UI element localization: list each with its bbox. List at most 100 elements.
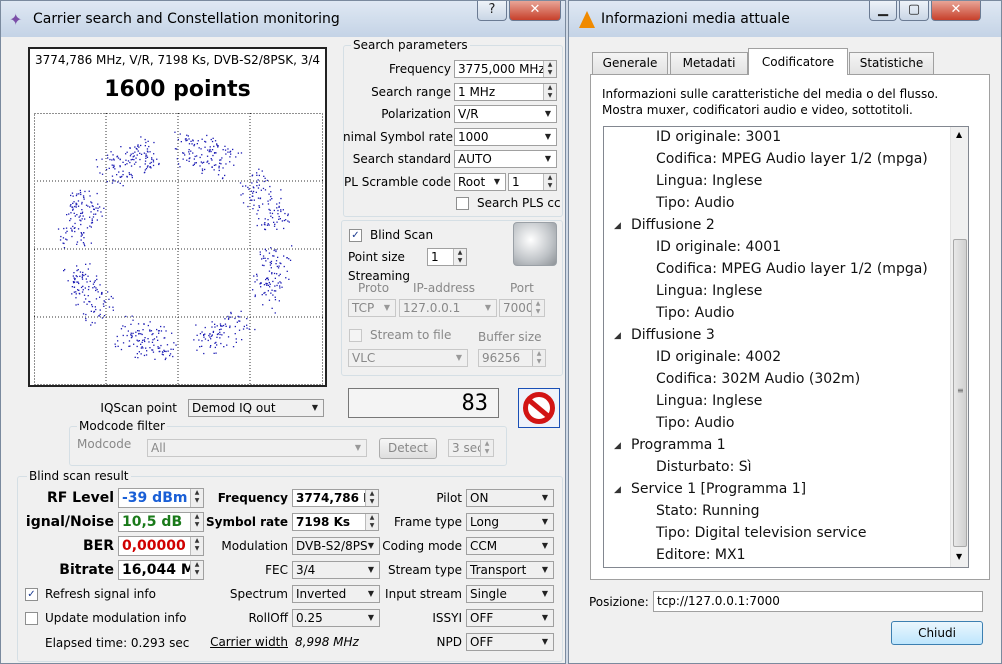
spin-icon[interactable]: ▲ ▼ — [365, 490, 378, 506]
expand-triangle-icon[interactable]: ◢ — [614, 441, 621, 451]
tree-item[interactable]: Disturbato: Sì — [656, 459, 752, 475]
tree-item[interactable]: Tipo: Audio — [656, 305, 734, 321]
npd-select[interactable]: OFF ▼ — [466, 633, 554, 651]
modcode-select[interactable]: All ▼ — [147, 439, 367, 457]
tree-item[interactable]: ID originale: 4002 — [656, 349, 781, 365]
help-button[interactable]: ? — [477, 1, 507, 21]
maximize-button[interactable]: ▢ — [899, 1, 929, 21]
frequency-input[interactable]: 3775,000 MHz ▲ ▼ — [454, 60, 557, 78]
scrollbar-thumb[interactable]: ≡ — [953, 239, 967, 547]
close-button[interactable]: ✕ — [509, 1, 561, 21]
constellation-point — [91, 220, 93, 222]
spin-icon[interactable]: ▲ ▼ — [543, 84, 556, 100]
port-input[interactable]: 7000 ▲ ▼ — [499, 299, 545, 317]
scroll-down-icon[interactable]: ▼ — [956, 552, 962, 561]
constellation-point — [239, 320, 241, 322]
spectrum-select[interactable]: Inverted ▼ — [292, 585, 380, 603]
close-button[interactable]: ✕ — [931, 1, 981, 21]
carrier-width-link[interactable]: Carrier width — [201, 635, 288, 649]
spin-icon[interactable]: ▲ ▼ — [531, 300, 544, 316]
vertical-scrollbar[interactable]: ▲ ≡ ▼ — [950, 127, 968, 567]
ip-address-select[interactable]: 127.0.0.1 ▼ — [399, 299, 497, 317]
polarization-select[interactable]: V/R ▼ — [454, 105, 557, 123]
tree-node[interactable]: Service 1 [Programma 1] — [631, 481, 806, 497]
search-standard-select[interactable]: AUTO ▼ — [454, 150, 557, 168]
tree-node[interactable]: Programma 1 — [631, 437, 726, 453]
tree-item[interactable]: Lingua: Inglese — [656, 173, 762, 189]
search-range-input[interactable]: 1 MHz ▲ ▼ — [454, 83, 557, 101]
constellation-point — [170, 348, 172, 350]
tree-item[interactable]: Lingua: Inglese — [656, 393, 762, 409]
buffer-size-input[interactable]: 96256 ▲ ▼ — [478, 349, 546, 367]
pilot-select[interactable]: ON ▼ — [466, 489, 554, 507]
coding-mode-select[interactable]: CCM ▼ — [466, 537, 554, 555]
tree-item[interactable]: ID originale: 3001 — [656, 129, 781, 145]
satellite-globe-icon[interactable] — [513, 222, 557, 266]
iq-scan-select[interactable]: Demod IQ out ▼ — [188, 399, 324, 417]
tab-codificatore[interactable]: Codificatore — [748, 48, 848, 75]
spin-icon[interactable]: ▲ ▼ — [543, 174, 556, 190]
tree-node[interactable]: Diffusione 2 — [631, 217, 715, 233]
tree-item[interactable]: Tipo: Audio — [656, 415, 734, 431]
tree-item[interactable]: Lingua: Inglese — [656, 283, 762, 299]
constellation-point — [80, 286, 83, 289]
constellation-point — [152, 159, 155, 161]
tree-item[interactable]: Codifica: MPEG Audio layer 1/2 (mpga) — [656, 261, 928, 277]
symbol-rate-select[interactable]: 1000 ▼ — [454, 128, 557, 146]
point-size-input[interactable]: 1 ▲ ▼ — [427, 248, 467, 266]
constellation-point — [201, 138, 203, 140]
constellation-point — [129, 161, 131, 164]
player-select[interactable]: VLC ▼ — [348, 349, 468, 367]
tree-item[interactable]: Codifica: MPEG Audio layer 1/2 (mpga) — [656, 151, 928, 167]
stop-button[interactable] — [518, 388, 560, 428]
spin-icon[interactable]: ▲ ▼ — [532, 350, 545, 366]
input-stream-select[interactable]: Single ▼ — [466, 585, 554, 603]
constellation-point — [274, 285, 276, 287]
codec-tree[interactable]: ID originale: 3001 Codifica: MPEG Audio … — [603, 126, 969, 568]
position-input[interactable]: tcp://127.0.0.1:7000 — [653, 591, 983, 612]
refresh-signal-checkbox[interactable]: ✓ — [25, 588, 38, 601]
expand-triangle-icon[interactable]: ◢ — [614, 331, 621, 341]
tab-metadati[interactable]: Metadati — [670, 52, 748, 74]
constellation-point — [82, 289, 84, 291]
result-symbol-rate-value: 7198 Ks ▲ ▼ — [292, 513, 379, 531]
spin-icon[interactable]: ▲ ▼ — [453, 249, 466, 265]
tab-statistiche[interactable]: Statistiche — [849, 52, 934, 74]
expand-triangle-icon[interactable]: ◢ — [614, 485, 621, 495]
fec-select[interactable]: 3/4 ▼ — [292, 561, 380, 579]
detect-button[interactable]: Detect — [379, 438, 437, 459]
search-pls-checkbox[interactable] — [456, 197, 469, 210]
stream-type-select[interactable]: Transport ▼ — [466, 561, 554, 579]
tree-item[interactable]: Stato: Running — [656, 503, 760, 519]
minimize-button[interactable]: ▁ — [869, 1, 897, 21]
tree-item[interactable]: Tipo: Audio — [656, 195, 734, 211]
close-dialog-button[interactable]: Chiudi — [891, 621, 983, 645]
tree-item[interactable]: ID originale: 4001 — [656, 239, 781, 255]
spin-icon[interactable]: ▲ ▼ — [480, 440, 493, 456]
constellation-point — [145, 168, 148, 170]
point-size-label: Point size — [348, 250, 405, 264]
expand-triangle-icon[interactable]: ◢ — [614, 221, 621, 231]
scroll-up-icon[interactable]: ▲ — [956, 130, 962, 139]
tree-item[interactable]: Codifica: 302M Audio (302m) — [656, 371, 860, 387]
pl-mode-select[interactable]: Root ▼ — [454, 173, 506, 191]
update-modulation-checkbox[interactable] — [25, 612, 38, 625]
tab-generale[interactable]: Generale — [592, 52, 668, 74]
stream-to-file-checkbox[interactable] — [349, 329, 362, 342]
constellation-point — [114, 343, 116, 345]
tree-item[interactable]: Editore: MX1 — [656, 547, 745, 563]
detect-seconds-input[interactable]: 3 sec ▲ ▼ — [448, 439, 494, 457]
rolloff-select[interactable]: 0.25 ▼ — [292, 609, 380, 627]
frame-type-select[interactable]: Long ▼ — [466, 513, 554, 531]
constellation-point — [257, 179, 259, 181]
proto-select[interactable]: TCP ▼ — [348, 299, 396, 317]
spin-icon[interactable]: ▲ ▼ — [365, 514, 378, 530]
tree-item[interactable]: Tipo: Digital television service — [656, 525, 867, 541]
spin-icon[interactable]: ▲ ▼ — [543, 61, 556, 77]
tree-node[interactable]: Diffusione 3 — [631, 327, 715, 343]
pl-value-input[interactable]: 1 ▲ ▼ — [508, 173, 557, 191]
modulation-select[interactable]: DVB-S2/8PS ▼ — [292, 537, 380, 555]
constellation-point — [196, 334, 198, 336]
blind-scan-checkbox[interactable]: ✓ — [349, 229, 362, 242]
issyi-select[interactable]: OFF ▼ — [466, 609, 554, 627]
